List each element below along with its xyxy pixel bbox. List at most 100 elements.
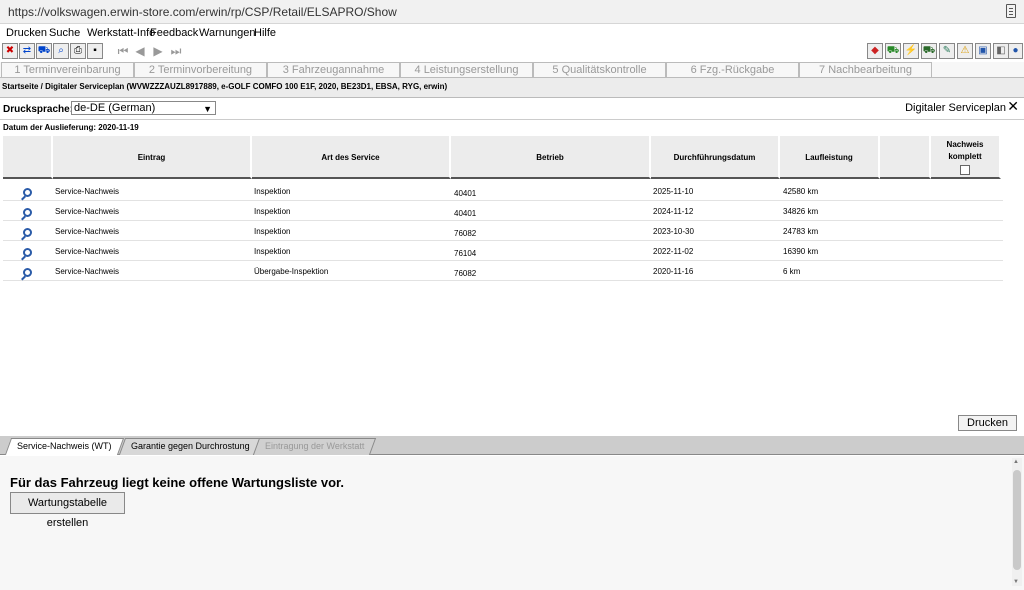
car-icon[interactable]: ⛟ [921,43,937,59]
cell-betrieb: 76082 [454,269,477,278]
scroll-up-icon[interactable]: ▲ [1013,459,1019,465]
menu-warnungen[interactable]: Warnungen [199,27,255,39]
cell-art: Übergabe-Inspektion [254,267,329,276]
tab-garantie[interactable]: Garantie gegen Durchrostung [118,438,262,455]
table-row[interactable]: Service-Nachweis Inspektion 40401 2024-1… [3,201,1003,221]
close-icon[interactable]: ✕ [1007,98,1019,115]
no-maintenance-message: Für das Fahrzeug liegt keine offene Wart… [10,475,344,490]
cell-eintrag: Service-Nachweis [55,187,120,196]
switch-icon[interactable]: ⇄ [19,43,35,59]
globe-icon[interactable]: ● [1008,43,1023,59]
book-icon[interactable]: ◧ [993,43,1009,59]
header-durchfuehrungsdatum[interactable]: Durchführungsdatum [651,136,780,179]
cell-betrieb: 76082 [454,229,477,238]
cell-laufleistung: 16390 km [783,247,819,256]
first-page-icon[interactable]: ⏮ [116,44,130,58]
warning-icon[interactable]: ⚠ [957,43,973,59]
cell-eintrag: Service-Nachweis [55,267,120,276]
cell-art: Inspektion [254,207,291,216]
create-maintenance-table-button[interactable]: Wartungstabelle erstellen [10,492,125,529]
last-page-icon[interactable]: ⏭ [169,44,183,58]
toolbar: ✖ ⇄ ⛟ ⌕ ⎙ ▪ ⏮ ◀ ▶ ⏭ ◆ ⛟ ⚡ ⛟ ✎ ⚠ ▣ ◧ ● [0,42,1024,62]
table-row[interactable]: Service-Nachweis Inspektion 76082 2023-1… [3,221,1003,241]
tab-eintragung-werkstatt[interactable]: Eintragung der Werkstatt [252,438,377,455]
cell-betrieb: 76104 [454,249,477,258]
header-icon-column [3,136,53,179]
nachweis-komplett-checkbox[interactable] [960,165,970,175]
step-6[interactable]: 6 Fzg.-Rückgabe [666,62,799,78]
scrollbar-thumb[interactable] [1013,470,1021,570]
magnifier-icon[interactable] [23,208,32,217]
nachweis-komplett-label: Nachweis komplett [946,140,984,161]
exit-icon[interactable]: ✖ [2,43,18,59]
scrollbar[interactable]: ▲ ▼ [1012,458,1022,586]
wrench-icon[interactable]: ✎ [939,43,955,59]
tab-label: Garantie gegen Durchrostung [131,441,250,451]
cell-betrieb: 40401 [454,209,477,218]
step-1[interactable]: 1 Terminvereinbarung [1,62,134,78]
manual-icon[interactable]: ◆ [867,43,883,59]
magnifier-icon[interactable] [23,188,32,197]
header-blank [880,136,931,179]
tab-bar: Service-Nachweis (WT) Garantie gegen Dur… [0,436,1024,455]
browser-url-bar[interactable]: https://volkswagen.erwin-store.com/erwin… [0,0,1024,24]
bolt-icon[interactable]: ⚡ [903,43,919,59]
cell-datum: 2022-11-02 [653,247,694,256]
magnifier-icon[interactable] [23,228,32,237]
step-7[interactable]: 7 Nachbearbeitung [799,62,932,78]
cell-laufleistung: 34826 km [783,207,819,216]
menu-bar: Drucken Suche Werkstatt-Info Feedback Wa… [0,24,1024,42]
save-icon[interactable]: ▪ [87,43,103,59]
step-3[interactable]: 3 Fahrzeugannahme [267,62,400,78]
car-service-icon[interactable]: ⛟ [885,43,901,59]
print-language-select[interactable]: de-DE (German) ▼ [71,101,216,115]
tab-service-nachweis[interactable]: Service-Nachweis (WT) [4,438,124,455]
table-row[interactable]: Service-Nachweis Inspektion 76104 2022-1… [3,241,1003,261]
print-button[interactable]: Drucken [958,415,1017,431]
cell-datum: 2025-11-10 [653,187,694,196]
next-page-icon[interactable]: ▶ [151,44,165,58]
cell-laufleistung: 6 km [783,267,801,276]
header-laufleistung[interactable]: Laufleistung [780,136,880,179]
print-language-label: Drucksprache: [3,104,74,115]
tab-label: Eintragung der Werkstatt [265,441,365,451]
menu-feedback[interactable]: Feedback [150,27,198,39]
print-icon[interactable]: ⎙ [70,43,86,59]
table-row[interactable]: Service-Nachweis Inspektion 40401 2025-1… [3,181,1003,201]
menu-hilfe[interactable]: Hilfe [254,27,276,39]
header-eintrag[interactable]: Eintrag [53,136,252,179]
reader-mode-icon[interactable] [1006,4,1016,18]
cell-laufleistung: 42580 km [783,187,819,196]
header-betrieb[interactable]: Betrieb [451,136,651,179]
magnifier-icon[interactable] [23,268,32,277]
menu-suche[interactable]: Suche [49,27,80,39]
cell-eintrag: Service-Nachweis [55,247,120,256]
prev-page-icon[interactable]: ◀ [133,44,147,58]
trash-icon[interactable]: ▣ [975,43,991,59]
scroll-down-icon[interactable]: ▼ [1013,579,1019,585]
url-text[interactable]: https://volkswagen.erwin-store.com/erwin… [8,5,397,19]
cell-eintrag: Service-Nachweis [55,227,120,236]
menu-drucken[interactable]: Drucken [6,27,47,39]
cell-eintrag: Service-Nachweis [55,207,120,216]
vehicle-icon[interactable]: ⛟ [36,43,52,59]
cell-art: Inspektion [254,247,291,256]
cell-datum: 2023-10-30 [653,227,694,236]
menu-werkstatt-info[interactable]: Werkstatt-Info [87,27,155,39]
header-art-des-service[interactable]: Art des Service [252,136,451,179]
workflow-steps: 1 Terminvereinbarung 2 Terminvorbereitun… [0,62,1024,78]
breadcrumb: Startseite / Digitaler Serviceplan (WVWZ… [0,78,1024,98]
chevron-down-icon: ▼ [203,104,212,114]
tab-label: Service-Nachweis (WT) [17,441,112,451]
print-language-value: de-DE (German) [74,102,156,114]
cell-art: Inspektion [254,187,291,196]
step-5[interactable]: 5 Qualitätskontrolle [533,62,666,78]
cell-laufleistung: 24783 km [783,227,819,236]
magnifier-icon[interactable] [23,248,32,257]
table-row[interactable]: Service-Nachweis Übergabe-Inspektion 760… [3,261,1003,281]
cell-datum: 2020-11-16 [653,267,694,276]
step-4[interactable]: 4 Leistungserstellung [400,62,533,78]
step-2[interactable]: 2 Terminvorbereitung [134,62,267,78]
print-language-row: Drucksprache: de-DE (German) ▼ Digitaler… [0,98,1024,120]
search-icon[interactable]: ⌕ [53,43,69,59]
